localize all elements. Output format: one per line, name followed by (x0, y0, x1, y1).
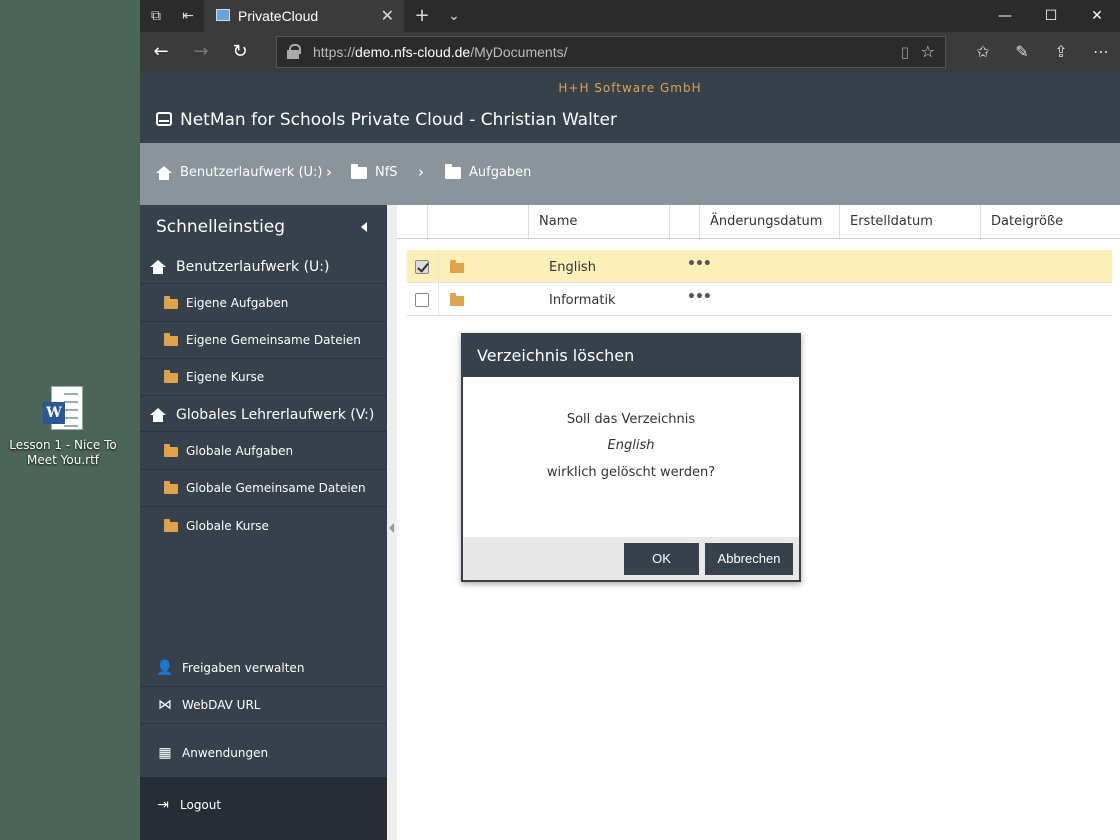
delete-directory-dialog: Verzeichnis löschen Soll das Verzeichnis… (461, 333, 801, 582)
sidebar-item-globale-kurse[interactable]: Globale Kurse (140, 507, 387, 544)
breadcrumb: Benutzerlaufwerk (U:) › NfS › Aufgaben (140, 143, 1120, 205)
table-row[interactable]: Informatik ••• (407, 283, 1112, 316)
app-title: NetMan for Schools Private Cloud - Chris… (180, 110, 617, 130)
row-checkbox[interactable] (415, 293, 429, 307)
ok-button[interactable]: OK (624, 543, 699, 575)
breadcrumb-separator-icon: › (418, 163, 424, 181)
share-nodes-icon: ⋈ (158, 697, 172, 713)
sidebar-item-freigaben[interactable]: 👤 Freigaben verwalten (140, 650, 387, 687)
breadcrumb-separator-icon: › (326, 163, 332, 181)
tab-title: PrivateCloud (238, 8, 319, 24)
dialog-question-end: wirklich gelöscht werden? (546, 465, 716, 480)
desktop: W Lesson 1 - Nice To Meet You.rtf (0, 0, 140, 840)
address-bar: ← → ↻ https://demo.nfs-cloud.de/MyDocume… (140, 32, 1120, 72)
header-icon-col (428, 205, 529, 238)
new-tab-icon[interactable]: + (412, 6, 432, 26)
sidebar-title: Schnelleinstieg (156, 217, 286, 237)
breadcrumb-item-aufgaben[interactable]: Aufgaben (445, 163, 531, 180)
url-input[interactable]: https://demo.nfs-cloud.de/MyDocuments/ ▯… (276, 36, 946, 68)
folder-icon (351, 163, 367, 179)
sidebar-item-anwendungen[interactable]: ▦ Anwendungen (140, 734, 387, 771)
header-checkbox-col (397, 205, 428, 238)
row-name[interactable]: Informatik (549, 293, 616, 308)
app-header: H+H Software GmbH NetMan for Schools Pri… (140, 72, 1120, 143)
folder-icon (164, 518, 178, 532)
grid-icon: ▦ (158, 744, 172, 761)
chevron-down-icon[interactable]: ⌄ (444, 6, 464, 26)
folder-icon (164, 296, 178, 309)
pen-icon[interactable]: ✎ (1010, 41, 1034, 63)
sidebar-item-globale-gemeinsame-dateien[interactable]: Globale Gemeinsame Dateien (140, 470, 387, 507)
folder-icon (164, 444, 178, 457)
company-name: H+H Software GmbH (558, 81, 702, 95)
home-icon (150, 407, 166, 422)
home-icon (150, 259, 166, 274)
lock-icon (287, 44, 301, 59)
more-menu-icon[interactable]: ⋯ (1089, 41, 1113, 63)
reading-view-icon[interactable]: ▯ (901, 43, 909, 61)
close-window-button[interactable]: ✕ (1074, 0, 1120, 32)
dialog-footer: OK Abbrechen (463, 537, 799, 580)
sidebar-item-webdav[interactable]: ⋈ WebDAV URL (140, 687, 387, 724)
sidebar-item-globale-aufgaben[interactable]: Globale Aufgaben (140, 433, 387, 470)
logout-icon: ⇥ (157, 796, 169, 813)
minimize-button[interactable]: — (982, 0, 1028, 32)
home-icon (156, 165, 172, 180)
folder-icon (450, 260, 464, 273)
row-name[interactable]: English (549, 260, 596, 275)
dialog-title: Verzeichnis löschen (463, 335, 799, 377)
sidebar-item-eigene-kurse[interactable]: Eigene Kurse (140, 359, 387, 396)
breadcrumb-item-nfs[interactable]: NfS (351, 163, 398, 180)
row-checkbox[interactable] (415, 260, 429, 274)
tab-actions-icon[interactable]: ⧉ (146, 6, 166, 26)
header-size[interactable]: Dateigröße (981, 205, 1120, 238)
close-tab-icon[interactable]: ✕ (381, 6, 394, 25)
more-options-icon[interactable]: ••• (687, 289, 712, 305)
favorite-star-icon[interactable]: ☆ (921, 42, 935, 61)
maximize-button[interactable]: ☐ (1028, 0, 1074, 32)
more-options-icon[interactable]: ••• (687, 256, 712, 272)
folder-icon (164, 370, 178, 383)
sidebar-splitter[interactable] (387, 205, 397, 840)
dialog-body: Soll das Verzeichnis English wirklich ge… (463, 377, 799, 537)
set-aside-tabs-icon[interactable]: ⇤ (178, 6, 198, 26)
table-row[interactable]: English ••• (407, 250, 1112, 283)
dialog-question: Soll das Verzeichnis (566, 412, 696, 427)
cloud-drive-icon (156, 112, 172, 126)
header-actions-col (670, 205, 700, 238)
desktop-file-label: Lesson 1 - Nice To Meet You.rtf (9, 438, 117, 467)
header-modified[interactable]: Änderungsdatum (700, 205, 840, 238)
sidebar-item-eigene-aufgaben[interactable]: Eigene Aufgaben (140, 285, 387, 322)
folder-icon (445, 163, 461, 179)
header-created[interactable]: Erstelldatum (840, 205, 981, 238)
cancel-button[interactable]: Abbrechen (705, 543, 793, 575)
breadcrumb-item-drive[interactable]: Benutzerlaufwerk (U:) (156, 165, 323, 180)
sidebar-drive-global[interactable]: Globales Lehrerlaufwerk (V:) (140, 398, 387, 432)
forward-button[interactable]: → (190, 41, 212, 63)
sidebar-item-eigene-gemeinsame-dateien[interactable]: Eigene Gemeinsame Dateien (140, 322, 387, 359)
collapse-sidebar-icon[interactable] (361, 222, 367, 232)
shared-folder-icon (450, 293, 464, 306)
share-icon[interactable]: ⇪ (1049, 41, 1073, 63)
desktop-file-icon[interactable]: W Lesson 1 - Nice To Meet You.rtf (8, 386, 118, 468)
logout-button[interactable]: ⇥ Logout (140, 777, 387, 840)
users-icon: 👤 (156, 660, 174, 676)
back-button[interactable]: ← (150, 41, 172, 63)
tab-bar: ⧉ ⇤ PrivateCloud ✕ + ⌄ — ☐ ✕ (140, 0, 1120, 32)
site-favicon-icon (216, 9, 230, 21)
tab-privatecloud[interactable]: PrivateCloud ✕ (204, 0, 404, 32)
url-text: https://demo.nfs-cloud.de/MyDocuments/ (313, 44, 568, 60)
header-name[interactable]: Name (529, 205, 670, 238)
favorites-icon[interactable]: ✩ (971, 41, 995, 63)
sidebar-drive-user[interactable]: Benutzerlaufwerk (U:) (140, 250, 387, 284)
folder-icon (164, 481, 178, 494)
sidebar: Schnelleinstieg Benutzerlaufwerk (U:) Ei… (140, 205, 387, 840)
dialog-directory-name: English (607, 438, 655, 453)
refresh-button[interactable]: ↻ (229, 41, 251, 63)
folder-icon (164, 333, 178, 346)
word-document-icon: W (43, 386, 83, 432)
